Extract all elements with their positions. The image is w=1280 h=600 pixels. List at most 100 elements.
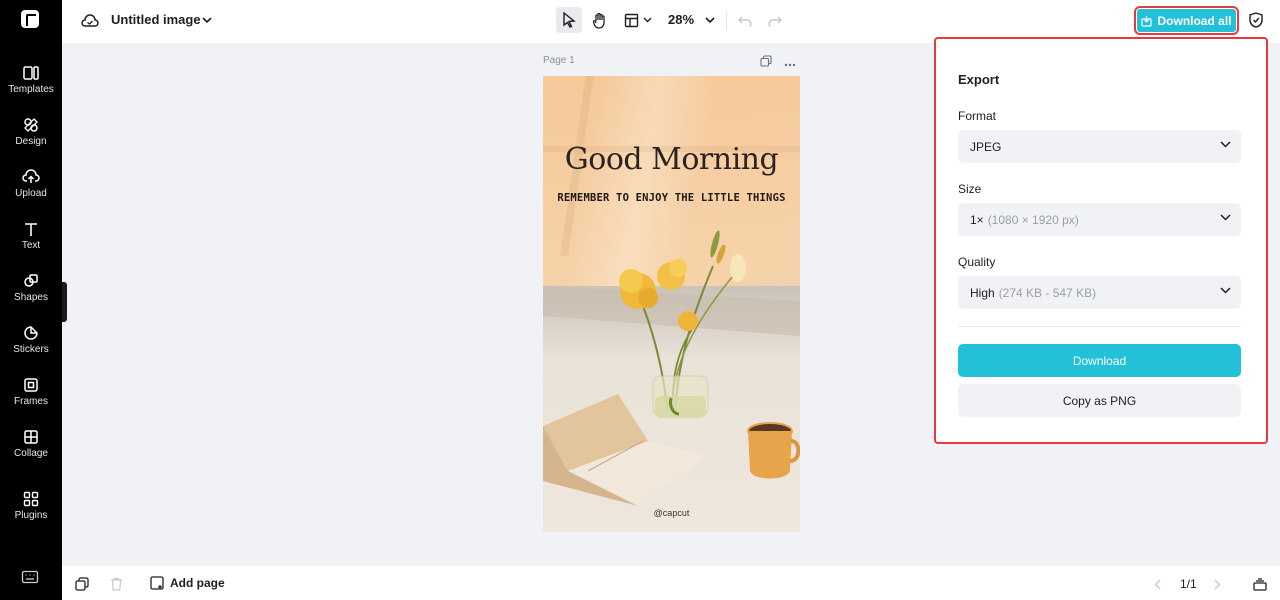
duplicate-icon [760, 55, 772, 67]
sidebar-item-templates[interactable]: Templates [0, 64, 62, 110]
sidebar-label: Collage [14, 448, 48, 459]
sidebar-label: Shapes [14, 292, 48, 303]
sidebar-label: Text [21, 240, 41, 251]
page-label: Page 1 [543, 55, 575, 66]
size-detail: (1080 × 1920 px) [987, 212, 1079, 227]
frames-icon [24, 378, 38, 392]
hand-icon [592, 12, 605, 29]
undo-icon [738, 16, 752, 27]
document-title[interactable]: Untitled image [111, 12, 201, 27]
collage-icon [24, 430, 38, 444]
page-more-button[interactable] [784, 54, 796, 72]
sidebar-item-upload[interactable]: Upload [0, 168, 62, 214]
next-page-button[interactable] [1210, 577, 1224, 591]
redo-button[interactable] [766, 12, 784, 30]
bottom-toolbar: Add page 1/1 [62, 566, 1280, 600]
size-value: 1× [970, 212, 984, 227]
layout-icon [624, 13, 639, 27]
cursor-icon [563, 12, 576, 28]
format-label: Format [958, 109, 997, 123]
hand-tool-button[interactable] [588, 8, 612, 32]
chevron-down-icon [1220, 141, 1231, 148]
chevron-down-icon [1220, 214, 1231, 221]
sidebar-item-plugins[interactable]: Plugins [0, 490, 62, 536]
page-counter: 1/1 [1180, 577, 1197, 591]
download-button[interactable]: Download [958, 344, 1241, 377]
design-icon [24, 118, 38, 132]
left-sidebar: Templates Design Upload Text Shapes Stic… [0, 0, 62, 600]
sidebar-label: Templates [8, 84, 54, 95]
sidebar-collapse-handle[interactable] [62, 282, 67, 322]
design-page[interactable]: Good Morning REMEMBER TO ENJOY THE LITTL… [543, 76, 800, 532]
redo-icon [768, 16, 782, 27]
sidebar-label: Plugins [14, 510, 48, 521]
select-tool-button[interactable] [556, 7, 582, 33]
shield-button[interactable] [1246, 10, 1266, 30]
quality-detail: (274 KB - 547 KB) [998, 285, 1097, 300]
sidebar-label: Stickers [13, 344, 49, 355]
chevron-down-icon [1220, 287, 1231, 294]
export-panel: Export Format JPEG Size 1× (1080 × 1920 … [934, 37, 1268, 444]
duplicate-page-button[interactable] [760, 54, 772, 72]
size-select[interactable]: 1× (1080 × 1920 px) [958, 203, 1241, 236]
capcut-logo-icon[interactable] [21, 10, 39, 28]
sidebar-label: Design [15, 136, 47, 147]
duplicate-icon [75, 577, 89, 591]
duplicate-page-button[interactable] [74, 576, 90, 592]
headline-text[interactable]: Good Morning [543, 142, 800, 177]
zoom-level[interactable]: 28% [668, 12, 694, 27]
format-select[interactable]: JPEG [958, 130, 1241, 163]
export-title: Export [958, 72, 1000, 87]
format-value: JPEG [970, 139, 1002, 154]
keyboard-shortcuts-button[interactable] [21, 570, 39, 589]
add-page-label: Add page [170, 576, 225, 590]
chevron-down-icon [202, 16, 212, 23]
sidebar-item-stickers[interactable]: Stickers [0, 324, 62, 370]
shapes-icon [24, 274, 38, 287]
add-page-button[interactable]: Add page [150, 576, 225, 590]
stickers-icon [24, 326, 38, 340]
shield-check-icon [1249, 12, 1263, 28]
prev-page-button[interactable] [1150, 577, 1164, 591]
download-icon [1141, 15, 1153, 27]
delete-page-button[interactable] [108, 576, 124, 592]
sidebar-item-design[interactable]: Design [0, 116, 62, 162]
more-icon [784, 63, 796, 67]
quality-value: High [970, 285, 995, 300]
chevron-left-icon [1154, 579, 1160, 589]
sidebar-item-text[interactable]: Text [0, 220, 62, 266]
subheadline-text[interactable]: REMEMBER TO ENJOY THE LITTLE THINGS [543, 192, 800, 204]
add-page-icon [150, 576, 164, 590]
quality-select[interactable]: High (274 KB - 547 KB) [958, 276, 1241, 309]
size-label: Size [958, 182, 982, 196]
toolbar-divider [726, 12, 727, 30]
sidebar-label: Frames [14, 396, 48, 407]
handle-text[interactable]: @capcut [543, 508, 800, 518]
copy-as-png-button[interactable]: Copy as PNG [958, 384, 1241, 417]
page-manager-button[interactable] [1252, 576, 1268, 592]
plugins-icon [23, 491, 39, 507]
chevron-down-icon [705, 16, 715, 23]
sidebar-item-shapes[interactable]: Shapes [0, 272, 62, 318]
cloud-save-button[interactable] [80, 11, 100, 31]
cloud-icon [81, 14, 99, 27]
download-all-button[interactable]: Download all [1134, 6, 1239, 35]
zoom-menu-button[interactable] [702, 13, 718, 27]
quality-label: Quality [958, 255, 996, 269]
download-all-label: Download all [1157, 13, 1232, 28]
panel-divider [958, 326, 1241, 327]
keyboard-icon [21, 570, 39, 584]
layout-menu-button[interactable] [622, 10, 654, 30]
sidebar-label: Upload [15, 188, 47, 199]
title-menu-button[interactable] [200, 12, 214, 28]
sidebar-item-frames[interactable]: Frames [0, 376, 62, 422]
undo-button[interactable] [736, 12, 754, 30]
pages-panel-icon [1253, 577, 1267, 591]
trash-icon [110, 577, 122, 591]
sidebar-item-collage[interactable]: Collage [0, 428, 62, 474]
upload-icon [22, 169, 40, 183]
templates-icon [23, 66, 39, 80]
chevron-down-icon [643, 17, 652, 23]
chevron-right-icon [1214, 579, 1220, 589]
page-tools [760, 54, 796, 72]
